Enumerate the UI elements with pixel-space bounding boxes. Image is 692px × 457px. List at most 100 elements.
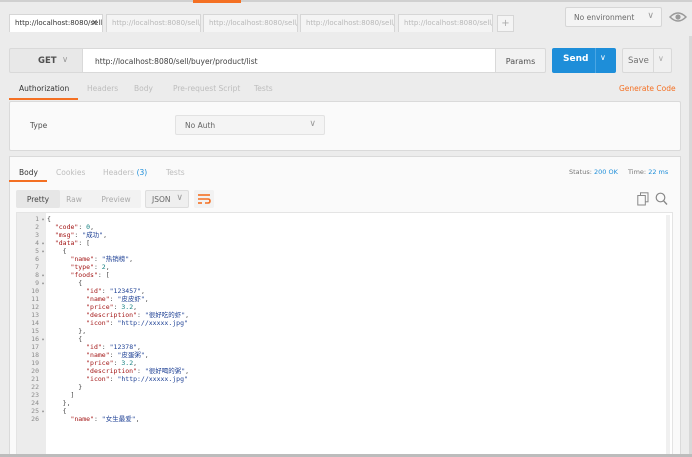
code-line: 1 ▾{ bbox=[17, 215, 189, 223]
code-line: 16 ▾ { bbox=[17, 335, 189, 343]
code-text: "icon": "http://xxxxx.jpg" bbox=[86, 375, 188, 383]
code-text: "description": "很好喝的粥", bbox=[86, 367, 190, 375]
tab-tests[interactable]: Tests bbox=[254, 84, 273, 93]
code-lines: 1 ▾{2 "code": 0, 3 "msg": "成功", 4 ▾ "data": … bbox=[17, 215, 189, 423]
code-text: "data": [ bbox=[54, 239, 91, 247]
eye-icon[interactable] bbox=[668, 9, 688, 25]
chevron-down-icon: ∨ bbox=[647, 11, 654, 21]
code-line: 19 "price": 3.2, bbox=[17, 359, 189, 367]
view-preview-button[interactable]: Preview bbox=[96, 190, 136, 208]
code-line: 7 "type": 2, bbox=[17, 263, 189, 271]
line-number: 13 bbox=[31, 311, 39, 319]
tab-pre-request-script[interactable]: Pre-request Script bbox=[173, 84, 240, 93]
line-number: 24 bbox=[31, 399, 39, 407]
code-line: 9 ▾ { bbox=[17, 279, 189, 287]
new-tab-button[interactable]: + bbox=[497, 15, 514, 32]
active-response-tab-underline bbox=[9, 180, 47, 182]
line-number: 21 bbox=[31, 375, 39, 383]
line-number: 4 bbox=[35, 239, 39, 247]
tab-label: http://localhost:8080/sell/l bbox=[306, 19, 395, 27]
params-label: Params bbox=[505, 57, 536, 66]
code-text: "description": "很好吃的虾", bbox=[86, 311, 190, 319]
line-number: 19 bbox=[31, 359, 39, 367]
tab-body[interactable]: Body bbox=[134, 84, 153, 93]
tab-request-3[interactable]: http://localhost:8080/sell/l bbox=[203, 14, 298, 32]
save-button[interactable]: Save ∨ bbox=[622, 48, 672, 73]
line-number: 18 bbox=[31, 351, 39, 359]
plus-icon: + bbox=[501, 18, 510, 29]
line-number: 20 bbox=[31, 367, 39, 375]
headers-count: (3) bbox=[136, 168, 148, 177]
environment-select[interactable]: No environment ∨ bbox=[565, 7, 662, 27]
code-text: "name": "皮皮虾", bbox=[86, 295, 149, 303]
code-line: 5 ▾ { bbox=[17, 247, 189, 255]
code-text: "price": 3.2, bbox=[86, 303, 138, 311]
view-raw-button[interactable]: Raw bbox=[62, 190, 86, 208]
format-select[interactable]: JSON ∨ bbox=[145, 190, 189, 208]
code-text: { bbox=[47, 279, 83, 287]
search-icon[interactable] bbox=[655, 192, 668, 206]
auth-type-label: Type bbox=[30, 121, 48, 130]
line-number: 16 bbox=[31, 335, 39, 343]
send-button[interactable]: Send ∨ bbox=[552, 48, 616, 73]
send-label: Send bbox=[563, 54, 589, 64]
tab-request-2[interactable]: http://localhost:8080/sell/l bbox=[106, 14, 201, 32]
code-text: } bbox=[47, 383, 83, 391]
line-number: 1 bbox=[35, 215, 39, 223]
chevron-down-icon[interactable]: ∨ bbox=[600, 53, 606, 62]
code-text: ] bbox=[47, 391, 75, 399]
tab-label: http://localhost:8080/sell/l bbox=[209, 19, 298, 27]
view-pretty-button[interactable]: Pretty bbox=[16, 190, 60, 208]
response-tab-headers[interactable]: Headers (3) bbox=[103, 168, 147, 177]
response-tab-body[interactable]: Body bbox=[19, 168, 38, 177]
code-text: "foods": [ bbox=[70, 271, 110, 279]
chevron-down-icon: ∨ bbox=[309, 119, 316, 129]
close-icon[interactable]: ✕ bbox=[91, 18, 98, 27]
environment-label: No environment bbox=[574, 13, 635, 22]
wrap-lines-button[interactable] bbox=[194, 190, 214, 208]
line-number: 5 bbox=[35, 247, 39, 255]
chevron-down-icon: ∨ bbox=[176, 193, 183, 203]
line-number: 22 bbox=[31, 383, 39, 391]
method-select[interactable]: GET ∨ bbox=[9, 48, 83, 73]
code-text: }, bbox=[47, 327, 87, 335]
code-text: "type": 2, bbox=[70, 263, 110, 271]
wrap-lines-icon bbox=[198, 194, 211, 204]
code-line: 14 "icon": "http://xxxxx.jpg" bbox=[17, 319, 189, 327]
response-status: Status: 200 OK bbox=[569, 168, 618, 176]
code-text: "msg": "成功", bbox=[54, 231, 107, 239]
response-tab-cookies[interactable]: Cookies bbox=[56, 168, 85, 177]
line-number: 9 bbox=[35, 279, 39, 287]
tab-request-4[interactable]: http://localhost:8080/sell/l bbox=[300, 14, 395, 32]
code-text: "code": 0, bbox=[54, 223, 94, 231]
tab-label: http://localhost:8080/sell/l bbox=[404, 19, 493, 27]
code-line: 3 "msg": "成功", bbox=[17, 231, 189, 239]
auth-type-select[interactable]: No Auth ∨ bbox=[175, 115, 325, 135]
tab-request-5[interactable]: http://localhost:8080/sell/l bbox=[398, 14, 493, 32]
format-label: JSON bbox=[152, 195, 171, 204]
code-line: 21 "icon": "http://xxxxx.jpg" bbox=[17, 375, 189, 383]
code-text: "name": "热销榜", bbox=[70, 255, 134, 263]
time-label: Time: bbox=[628, 168, 647, 176]
params-button[interactable]: Params bbox=[495, 48, 546, 73]
code-line: 15 }, bbox=[17, 327, 189, 335]
code-line: 23 ] bbox=[17, 391, 189, 399]
response-body-editor[interactable]: 1 ▾{2 "code": 0, 3 "msg": "成功", 4 ▾ "data": … bbox=[16, 212, 673, 457]
tab-label: http://localhost:8080/sell/l bbox=[112, 19, 201, 27]
tab-label: http://localhost:8080/sell/ bbox=[15, 19, 103, 27]
authorization-panel bbox=[9, 101, 681, 151]
active-tab-underline bbox=[9, 98, 78, 100]
tab-headers[interactable]: Headers bbox=[87, 84, 118, 93]
tab-request-1[interactable]: http://localhost:8080/sell/ ✕ bbox=[9, 14, 103, 32]
line-number: 12 bbox=[31, 303, 39, 311]
tab-authorization[interactable]: Authorization bbox=[19, 84, 69, 93]
chevron-down-icon: ∨ bbox=[62, 55, 69, 65]
url-input[interactable]: http://localhost:8080/sell/buyer/product… bbox=[83, 48, 496, 73]
response-tab-tests[interactable]: Tests bbox=[166, 168, 185, 177]
editor-scrollbar[interactable] bbox=[666, 215, 670, 455]
generate-code-link[interactable]: Generate Code bbox=[619, 84, 676, 93]
copy-icon[interactable] bbox=[637, 192, 649, 206]
code-text: "price": 3.2, bbox=[86, 359, 138, 367]
send-divider bbox=[595, 48, 596, 73]
chevron-down-icon[interactable]: ∨ bbox=[658, 54, 664, 63]
